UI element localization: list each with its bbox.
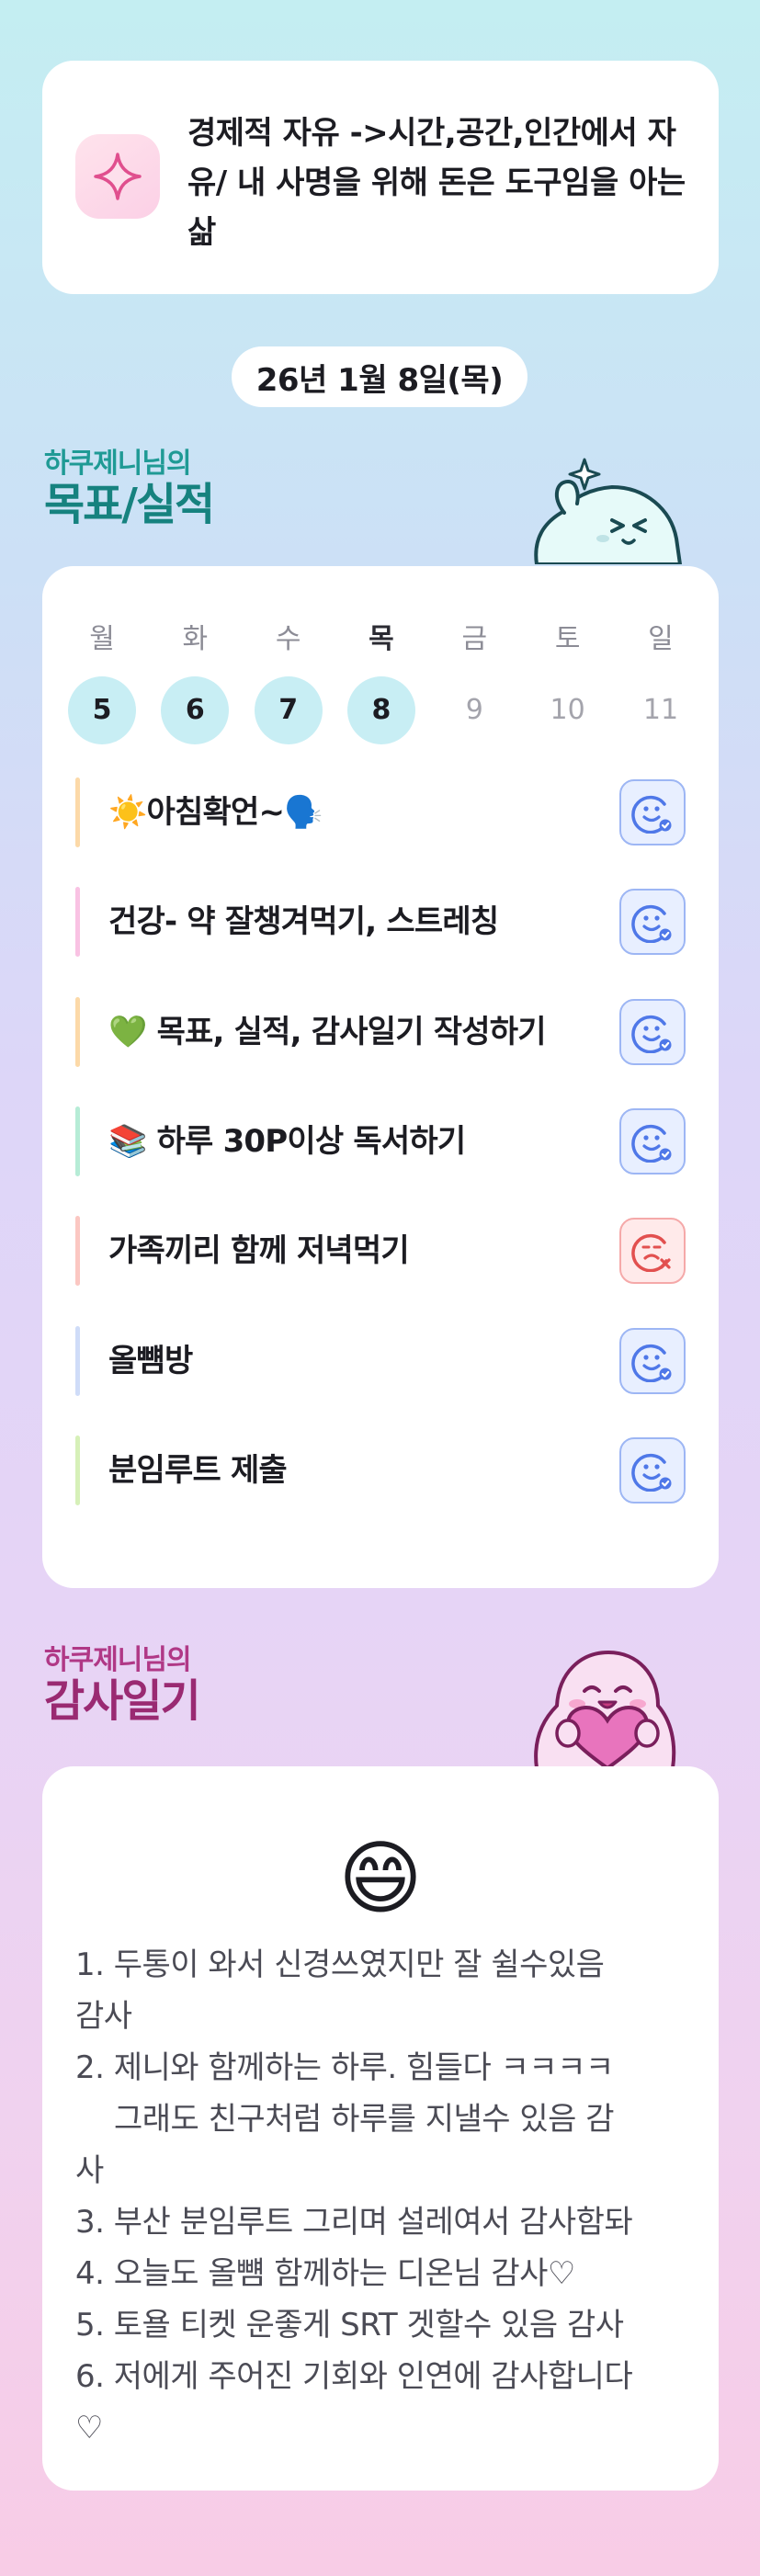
smile-check-icon bbox=[631, 1120, 674, 1163]
date-pill[interactable]: 26년 1월 8일(목) bbox=[232, 346, 527, 407]
thanks-line: 4. 오늘도 올뻄 함께하는 디온님 감사♡ bbox=[75, 2255, 575, 2292]
goal-item[interactable]: 📚 하루 30P이상 독서하기 bbox=[75, 1106, 686, 1176]
sparkle-icon bbox=[75, 134, 160, 219]
thanks-line: 감사 bbox=[75, 1998, 132, 2035]
goal-done-button[interactable] bbox=[619, 1328, 686, 1394]
goal-item[interactable]: 올뻄방 bbox=[75, 1326, 686, 1396]
goals-card: 월 5 화 6 수 7 목 8 금 9 토 10 일 11 ☀️아침확언~🗣️ 건강- 약 잘챙겨먹기, 스… bbox=[42, 566, 719, 1588]
goals-section-title: 하쿠제니님의 목표/실적 bbox=[44, 448, 215, 530]
week-day-number: 7 bbox=[254, 676, 323, 744]
week-day-name: 토 bbox=[554, 623, 581, 655]
week-day[interactable]: 월5 bbox=[66, 621, 138, 744]
week-calendar: 월 5 화 6 수 7 목 8 금 9 토 10 일 11 bbox=[66, 621, 697, 744]
thanks-line: 5. 토욜 티켓 운좋게 SRT 겟할수 있음 감사 bbox=[75, 2307, 624, 2343]
week-day[interactable]: 수7 bbox=[253, 621, 324, 744]
week-day-number: 9 bbox=[465, 694, 483, 726]
goals-section-subtitle: 하쿠제니님의 bbox=[44, 448, 192, 480]
goal-label: ☀️아침확언~🗣️ bbox=[108, 794, 323, 831]
week-day-number: 10 bbox=[550, 694, 585, 726]
week-day[interactable]: 목8 bbox=[346, 621, 417, 744]
week-day-name: 수 bbox=[275, 623, 301, 655]
goal-done-button[interactable] bbox=[619, 999, 686, 1065]
smile-check-icon bbox=[631, 901, 674, 943]
goal-label: 건강- 약 잘챙겨먹기, 스트레칭 bbox=[108, 903, 499, 940]
goal-color-bar bbox=[75, 887, 80, 957]
thanks-section-title: 하쿠제니님의 감사일기 bbox=[44, 1644, 201, 1727]
heart-hugging-mascot-icon bbox=[520, 1632, 686, 1771]
thanks-line: 6. 저에게 주어진 기회와 인연에 감사합니다 bbox=[75, 2358, 633, 2395]
thanks-line: 사 bbox=[75, 2152, 104, 2189]
week-day-name: 화 bbox=[182, 623, 209, 655]
mission-text: 경제적 자유 ->시간,공간,인간에서 자유/ 내 사명을 위해 돈은 도구임을… bbox=[187, 115, 686, 251]
thanks-line: 2. 제니와 함께하는 하루. 힘들다 ㅋㅋㅋㅋ bbox=[75, 2049, 614, 2086]
waving-ghost-mascot-icon bbox=[524, 436, 689, 566]
mood-emoji: 😄 bbox=[338, 1831, 423, 1925]
goal-color-bar bbox=[75, 1436, 80, 1505]
goal-color-bar bbox=[75, 777, 80, 847]
goal-item[interactable]: 건강- 약 잘챙겨먹기, 스트레칭 bbox=[75, 887, 686, 957]
smile-check-icon bbox=[631, 791, 674, 834]
goal-label: 💚 목표, 실적, 감사일기 작성하기 bbox=[108, 1014, 546, 1050]
goal-label: 가족끼리 함께 저녁먹기 bbox=[108, 1232, 410, 1269]
goal-color-bar bbox=[75, 1106, 80, 1176]
thanks-card: 😄 1. 두통이 와서 신경쓰였지만 잘 쉴수있음감사 2. 제니와 함께하는 하… bbox=[42, 1766, 719, 2491]
week-day[interactable]: 일 11 bbox=[625, 621, 697, 744]
thanks-line: ♡ bbox=[75, 2410, 103, 2446]
goal-label: 📚 하루 30P이상 독서하기 bbox=[108, 1123, 466, 1160]
thanks-line: 3. 부산 분임루트 그리며 설레여서 감사함돠 bbox=[75, 2204, 633, 2241]
week-day-number: 11 bbox=[642, 694, 679, 726]
goal-item[interactable]: 가족끼리 함께 저녁먹기 bbox=[75, 1216, 686, 1286]
smile-check-icon bbox=[631, 1449, 674, 1492]
goal-label: 올뻄방 bbox=[108, 1343, 193, 1379]
thanks-line: 1. 두통이 와서 신경쓰였지만 잘 쉴수있음 bbox=[75, 1946, 605, 1983]
thanks-section-heading: 감사일기 bbox=[44, 1675, 201, 1727]
week-day-number: 5 bbox=[68, 676, 136, 744]
week-day-name: 일 bbox=[648, 623, 674, 655]
goal-color-bar bbox=[75, 997, 80, 1067]
goal-item[interactable]: 💚 목표, 실적, 감사일기 작성하기 bbox=[75, 997, 686, 1067]
thanks-section-subtitle: 하쿠제니님의 bbox=[44, 1644, 192, 1676]
week-day[interactable]: 토 10 bbox=[532, 621, 604, 744]
goal-done-button[interactable] bbox=[619, 1108, 686, 1175]
week-day[interactable]: 화6 bbox=[159, 621, 231, 744]
thanks-line: 그래도 친구처럼 하루를 지낼수 있음 감 bbox=[114, 2101, 615, 2138]
goal-done-button[interactable] bbox=[619, 779, 686, 845]
goal-item[interactable]: 분임루트 제출 bbox=[75, 1436, 686, 1505]
thanks-list: 1. 두통이 와서 신경쓰였지만 잘 쉴수있음감사 2. 제니와 함께하는 하루.… bbox=[75, 1939, 697, 2454]
week-day[interactable]: 금9 bbox=[438, 621, 510, 744]
week-day-name: 목 bbox=[369, 623, 394, 655]
smile-check-icon bbox=[631, 1340, 674, 1382]
goal-done-button[interactable] bbox=[619, 1437, 686, 1504]
goal-missed-button[interactable] bbox=[619, 1218, 686, 1284]
week-day-number: 6 bbox=[161, 676, 230, 744]
sad-x-icon bbox=[631, 1230, 674, 1272]
week-day-number: 8 bbox=[346, 676, 415, 744]
goal-done-button[interactable] bbox=[619, 889, 686, 955]
goal-color-bar bbox=[75, 1216, 80, 1286]
goals-section-heading: 목표/실적 bbox=[44, 479, 215, 530]
mission-card[interactable]: 경제적 자유 ->시간,공간,인간에서 자유/ 내 사명을 위해 돈은 도구임을… bbox=[42, 61, 719, 294]
smile-check-icon bbox=[631, 1011, 674, 1053]
week-day-name: 금 bbox=[461, 623, 488, 655]
goal-color-bar bbox=[75, 1326, 80, 1396]
week-day-name: 월 bbox=[89, 623, 115, 655]
goal-item[interactable]: ☀️아침확언~🗣️ bbox=[75, 777, 686, 847]
goal-label: 분임루트 제출 bbox=[108, 1452, 288, 1489]
